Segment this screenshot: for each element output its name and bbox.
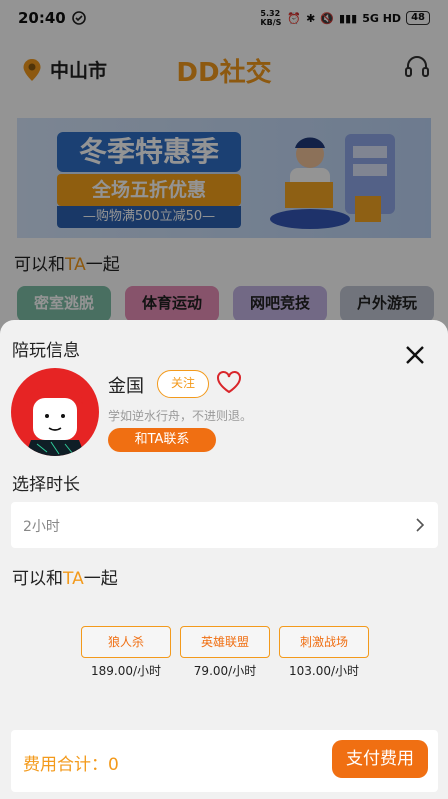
game-werewolf-button[interactable]: 狼人杀	[81, 626, 171, 658]
game-pubg-button[interactable]: 刺激战场	[279, 626, 369, 658]
game-item[interactable]: 刺激战场 103.00/小时	[279, 626, 369, 679]
duration-section-title: 选择时长	[12, 475, 80, 495]
companion-info-sheet: 陪玩信息 金国 关注 学如逆水行舟，不进则退。 和TA联系 选择时长 2小时 可…	[0, 320, 448, 799]
game-price: 189.00/小时	[90, 664, 162, 678]
game-item[interactable]: 英雄联盟 79.00/小时	[180, 626, 270, 679]
pay-button[interactable]: 支付费用	[332, 740, 428, 778]
close-icon[interactable]	[404, 344, 426, 366]
game-lol-button[interactable]: 英雄联盟	[180, 626, 270, 658]
game-item[interactable]: 狼人杀 189.00/小时	[81, 626, 171, 679]
together-title: 可以和TA一起	[12, 569, 118, 589]
companion-motto: 学如逆水行舟，不进则退。	[108, 409, 253, 423]
game-price: 79.00/小时	[193, 664, 257, 678]
contact-button[interactable]: 和TA联系	[108, 428, 216, 452]
payment-bar: 费用合计：0 支付费用	[11, 730, 438, 792]
follow-button[interactable]: 关注	[157, 370, 209, 398]
duration-value: 2小时	[23, 519, 60, 535]
sheet-title: 陪玩信息	[12, 341, 80, 361]
avatar-cartoon	[25, 386, 85, 456]
heart-icon[interactable]	[216, 370, 242, 394]
total-cost-label: 费用合计：0	[23, 755, 119, 775]
duration-selector[interactable]: 2小时	[11, 502, 438, 548]
avatar[interactable]	[11, 368, 99, 456]
chevron-right-icon	[416, 518, 424, 532]
companion-name: 金国	[108, 376, 144, 397]
game-price: 103.00/小时	[288, 664, 360, 678]
